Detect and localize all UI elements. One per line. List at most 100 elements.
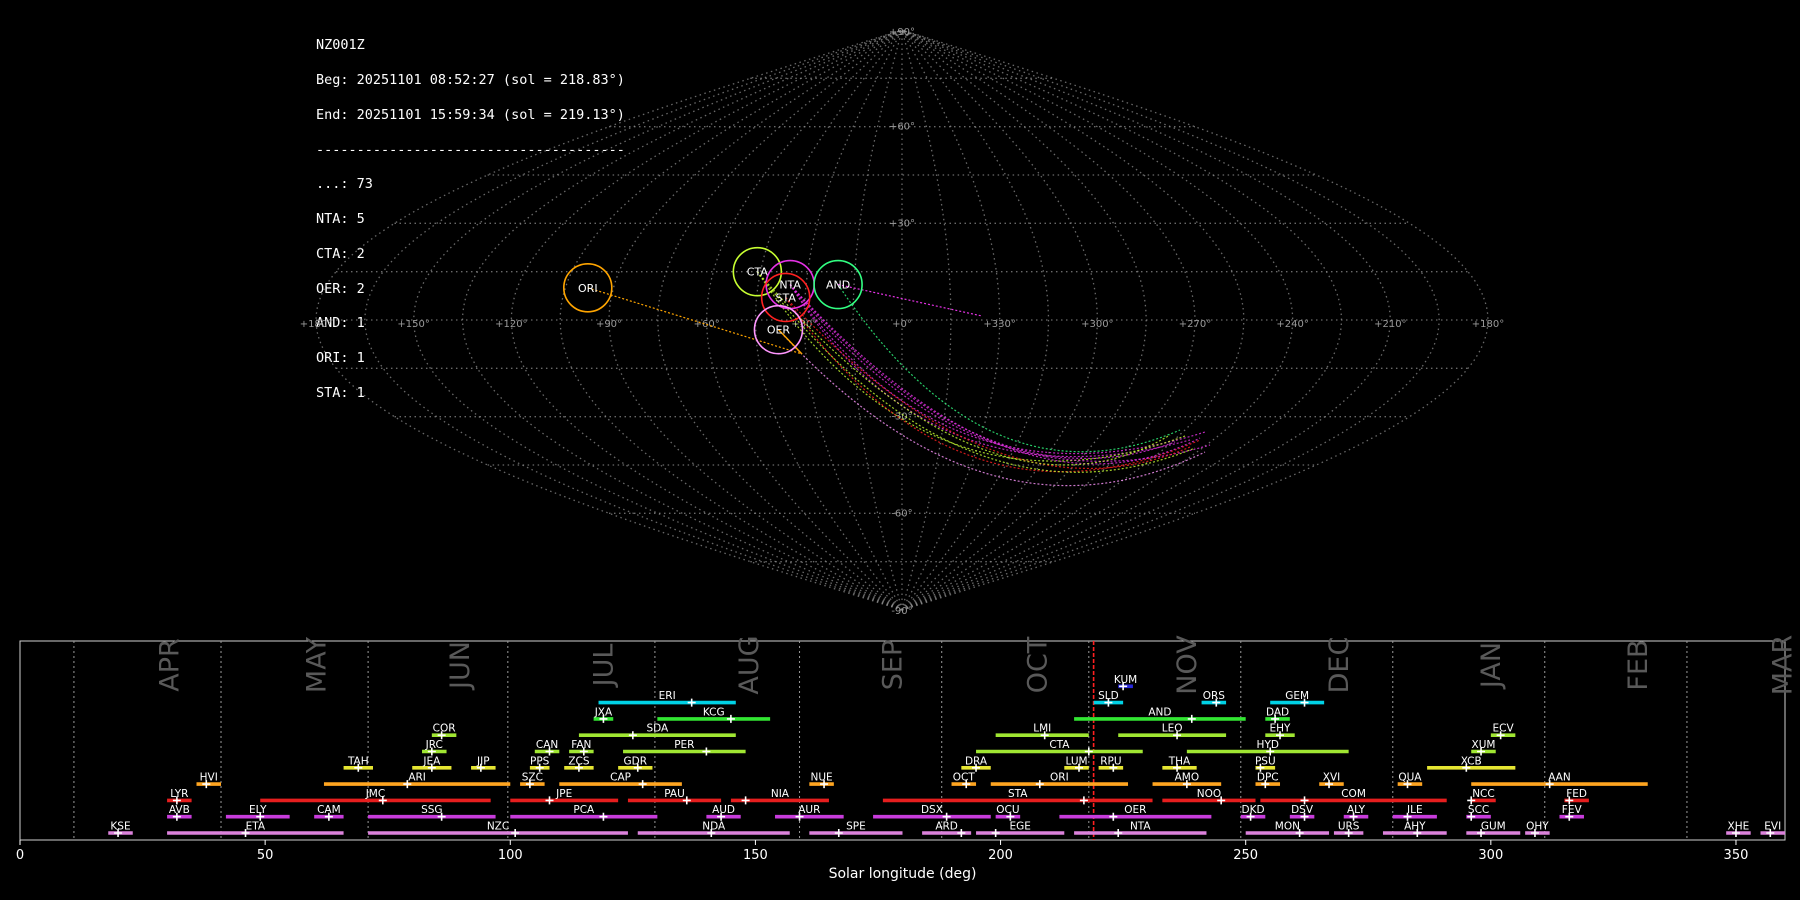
radiant-label: AND (826, 279, 850, 292)
shower-label: GDR (624, 755, 648, 767)
radiant-label: STA (775, 291, 796, 304)
latitude-label: -30° (891, 412, 912, 423)
shower-label: ORI (1050, 772, 1069, 784)
shower-label: JMC (365, 788, 386, 800)
shower-label: QUA (1398, 772, 1422, 784)
shower-label: KCG (703, 706, 725, 718)
shower-label: NOO (1197, 788, 1221, 800)
shower-label: LMI (1033, 723, 1051, 735)
x-tick-label: 300 (1478, 848, 1503, 863)
shower-label: EVI (1764, 821, 1781, 833)
shower-label: GUM (1481, 821, 1506, 833)
shower-label: ARI (408, 772, 426, 784)
shower-label: JIP (476, 755, 490, 767)
shower-label: SPE (846, 821, 866, 833)
month-label: MAR (1767, 635, 1798, 696)
month-label: APR (154, 638, 185, 692)
x-tick-label: 0 (16, 848, 24, 863)
shower-label: AUR (798, 804, 820, 816)
month-label: MAY (302, 636, 333, 693)
shower-label: AMO (1175, 772, 1200, 784)
shower-label: OHY (1526, 821, 1549, 833)
shower-label: GEM (1285, 690, 1309, 702)
latitude-label: +90° (889, 27, 915, 38)
radiant-label: OER (767, 324, 791, 337)
shower-label: AUD (712, 804, 735, 816)
shower-label: ZCS (568, 755, 590, 767)
meteor-trails (587, 271, 1211, 487)
shower-label: ILE (1407, 804, 1423, 816)
shower-label: FEV (1562, 804, 1583, 816)
shower-label: XHE (1728, 821, 1750, 833)
shower-label: ECV (1493, 723, 1515, 735)
latitude-label: +30° (889, 218, 915, 229)
longitude-label: +180° (300, 319, 332, 330)
shower-label: JXA (594, 706, 613, 718)
shower-label: DPC (1257, 772, 1279, 784)
x-axis-label: Solar longitude (deg) (829, 866, 977, 882)
shower-label: CAP (610, 772, 631, 784)
shower-label: NZC (487, 821, 509, 833)
shower-label: EHY (1270, 723, 1292, 735)
shower-label: ARD (935, 821, 958, 833)
meteor-trail (837, 284, 1181, 453)
shower-label: DRA (965, 755, 988, 767)
shower-label: DSX (921, 804, 943, 816)
shower-label: CAM (317, 804, 341, 816)
sky-map: +180° +150° +120° +90° +60° +30° +0° +330° +300°… (300, 27, 1504, 617)
radiant-label: ORI (578, 282, 598, 295)
shower-label: EGE (1009, 821, 1030, 833)
shower-label: SDA (646, 723, 669, 735)
longitude-label: +120° (495, 319, 527, 330)
longitude-label: +300° (1081, 319, 1113, 330)
shower-label: XCB (1461, 755, 1482, 767)
longitude-label: +90° (596, 319, 622, 330)
latitude-label: +60° (889, 122, 915, 133)
month-label: OCT (1022, 636, 1053, 693)
shower-label: NUE (811, 772, 833, 784)
longitude-label: +210° (1374, 319, 1406, 330)
shower-label: AND (1148, 706, 1171, 718)
x-tick-label: 150 (743, 848, 768, 863)
shower-label: DKD (1242, 804, 1265, 816)
month-label: SEP (878, 640, 909, 690)
shower-label: AHY (1404, 821, 1426, 833)
shower-label: COM (1341, 788, 1366, 800)
shower-label: PPS (530, 755, 550, 767)
shower-label: DAD (1266, 706, 1289, 718)
shower-label: JPE (555, 788, 572, 800)
shower-label: RPU (1100, 755, 1121, 767)
shower-label: ERI (659, 690, 676, 702)
shower-label: KSE (110, 821, 130, 833)
shower-label: OER (1124, 804, 1146, 816)
shower-label: SCC (1468, 804, 1489, 816)
shower-label: NDA (702, 821, 726, 833)
shower-label: ORS (1203, 690, 1226, 702)
latitude-label: -90° (891, 606, 912, 617)
shower-label: PAU (664, 788, 685, 800)
x-tick-label: 100 (498, 848, 523, 863)
meteor-trail (789, 284, 1206, 455)
shower-label: AAN (1548, 772, 1571, 784)
shower-label: LYR (170, 788, 188, 800)
shower-label: SZC (522, 772, 543, 784)
shower-label: PCA (573, 804, 595, 816)
shower-label: HYD (1257, 739, 1279, 751)
x-tick-label: 250 (1233, 848, 1258, 863)
shower-label: URS (1338, 821, 1360, 833)
longitude-label: +330° (983, 319, 1015, 330)
shower-timeline-chart: APR MAY JUN JUL AUG SEP OCT NOV DEC JAN FEB MAR KUM E… (16, 635, 1799, 882)
longitude-label: +0° (892, 319, 912, 330)
longitude-label: +150° (397, 319, 429, 330)
shower-label: DSV (1291, 804, 1314, 816)
shower-label: JEA (422, 755, 441, 767)
shower-label: ALY (1347, 804, 1366, 816)
shower-label: KUM (1114, 674, 1137, 686)
shower-label: LEO (1162, 723, 1183, 735)
month-label: JUN (445, 641, 476, 691)
shower-label: ELY (249, 804, 267, 816)
shower-label: LUM (1066, 755, 1088, 767)
shower-label: XVI (1323, 772, 1340, 784)
month-label: JAN (1476, 642, 1507, 690)
shower-label: OCU (996, 804, 1019, 816)
